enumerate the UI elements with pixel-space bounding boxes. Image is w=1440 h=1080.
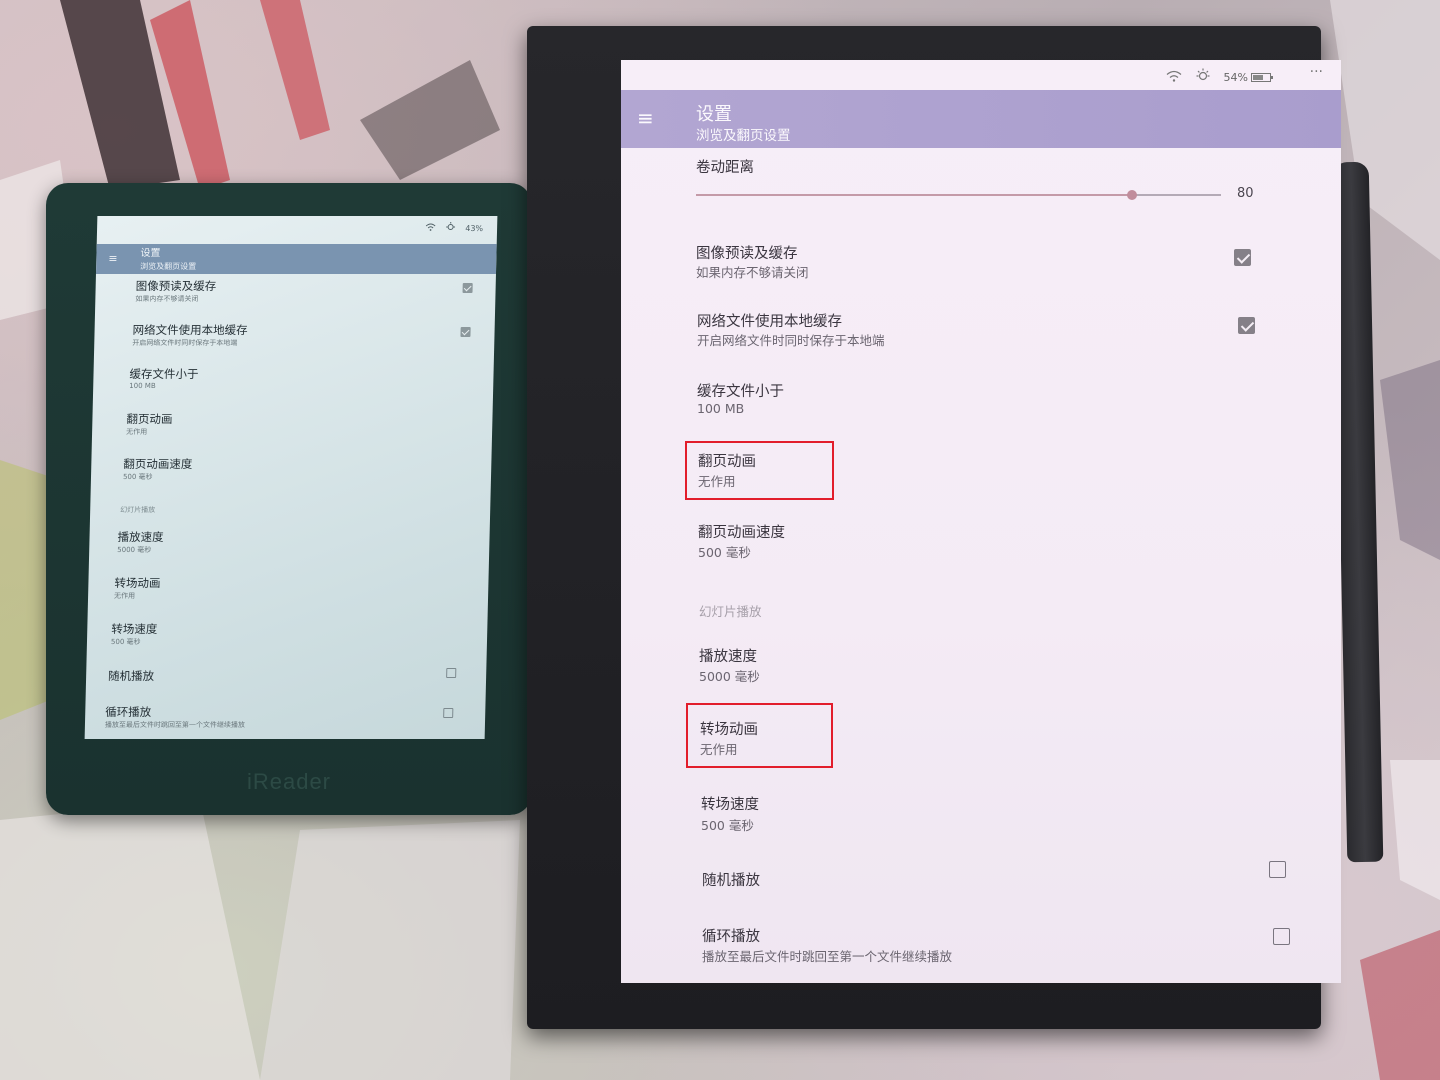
setting-desc: 无作用 <box>700 742 738 757</box>
setting-title: 翻页动画速度 <box>698 525 785 541</box>
setting-desc: 500 毫秒 <box>698 545 751 560</box>
setting-page-animation-speed[interactable]: 翻页动画速度 500 毫秒 <box>621 521 1341 571</box>
battery-icon <box>1251 73 1273 82</box>
setting-title: 翻页动画 <box>698 454 756 470</box>
setting-desc: 无作用 <box>114 592 136 600</box>
setting-transition-speed[interactable]: 转场速度 500 毫秒 <box>621 793 1341 843</box>
setting-cache-size[interactable]: 缓存文件小于 100 MB <box>621 380 1341 430</box>
small-ereader-screen: 43% ≡ 设置 浏览及翻页设置 图像预读及缓存 如果内存不够请关闭 网络文件使… <box>84 216 498 739</box>
setting-title: 翻页动画 <box>126 412 173 426</box>
setting-desc: 如果内存不够请关闭 <box>696 265 809 280</box>
frontlight-icon[interactable] <box>446 222 456 234</box>
setting-title: 翻页动画速度 <box>123 457 193 471</box>
wifi-icon <box>1166 70 1182 85</box>
setting-desc: 无作用 <box>126 428 148 436</box>
checkbox-unchecked[interactable] <box>446 668 457 678</box>
setting-title: 随机播放 <box>702 873 760 889</box>
setting-desc: 开启网络文件时同时保存于本地端 <box>132 339 238 347</box>
setting-desc: 播放至最后文件时跳回至第一个文件继续播放 <box>702 949 953 964</box>
small-app-bar: ≡ 设置 浏览及翻页设置 <box>95 244 497 274</box>
wifi-icon <box>425 223 436 233</box>
large-battery-indicator: 54% <box>1223 70 1273 84</box>
setting-title: 转场速度 <box>111 622 158 636</box>
setting-title: 网络文件使用本地缓存 <box>132 323 248 337</box>
checkbox-checked[interactable] <box>1234 249 1251 266</box>
setting-desc: 500 毫秒 <box>122 473 153 481</box>
large-battery-text: 54% <box>1223 70 1248 84</box>
setting-title: 转场动画 <box>114 576 161 590</box>
checkbox-checked[interactable] <box>460 327 471 337</box>
checkbox-checked[interactable] <box>1238 317 1255 334</box>
setting-shuffle[interactable]: 随机播放 <box>621 861 1341 899</box>
setting-title: 循环播放 <box>105 705 152 719</box>
setting-title: 图像预读及缓存 <box>135 279 217 293</box>
setting-title: 转场动画 <box>700 722 758 738</box>
slider-fill <box>696 194 1132 196</box>
setting-desc: 500 毫秒 <box>110 638 141 646</box>
large-app-bar: ≡ 设置 浏览及翻页设置 <box>621 90 1341 148</box>
setting-desc: 100 MB <box>697 401 745 416</box>
setting-desc: 开启网络文件时同时保存于本地端 <box>697 333 885 348</box>
setting-desc: 播放至最后文件时跳回至第一个文件继续播放 <box>104 721 246 729</box>
setting-desc: 5000 毫秒 <box>699 669 760 684</box>
menu-icon[interactable]: ≡ <box>637 108 654 128</box>
setting-title: 随机播放 <box>107 669 155 683</box>
setting-title: 播放速度 <box>117 530 164 544</box>
setting-transition-animation[interactable]: 转场动画 无作用 <box>621 718 1341 768</box>
setting-image-preload[interactable]: 图像预读及缓存 如果内存不够请关闭 <box>621 242 1341 292</box>
checkbox-unchecked[interactable] <box>443 708 454 718</box>
setting-title: 缓存文件小于 <box>697 384 784 400</box>
setting-page-animation[interactable]: 翻页动画 无作用 <box>621 450 1341 500</box>
setting-desc: 如果内存不够请关闭 <box>135 295 199 303</box>
setting-title: 网络文件使用本地缓存 <box>697 314 842 330</box>
more-options-icon[interactable]: ··· <box>1310 64 1323 80</box>
small-section-slideshow: 幻灯片播放 <box>120 506 156 514</box>
large-page-title: 设置 <box>696 104 732 125</box>
small-device-brand: iReader <box>246 769 332 794</box>
setting-desc: 500 毫秒 <box>701 818 754 833</box>
setting-title: 卷动距离 <box>696 160 754 176</box>
checkbox-unchecked[interactable] <box>1269 861 1286 878</box>
checkbox-unchecked[interactable] <box>1273 928 1290 945</box>
frontlight-icon[interactable] <box>1196 68 1210 86</box>
setting-desc: 5000 毫秒 <box>117 546 152 554</box>
small-page-title: 设置 <box>140 248 161 259</box>
checkbox-checked[interactable] <box>462 283 473 293</box>
section-slideshow: 幻灯片播放 <box>699 604 762 619</box>
setting-title: 缓存文件小于 <box>129 367 199 381</box>
setting-network-cache[interactable]: 网络文件使用本地缓存 开启网络文件时同时保存于本地端 <box>621 310 1341 360</box>
setting-play-speed[interactable]: 播放速度 5000 毫秒 <box>621 645 1341 695</box>
large-ereader-screen: 54% ··· ≡ 设置 浏览及翻页设置 卷动距离 80 图像预读及缓存 如果内… <box>621 60 1341 983</box>
setting-scroll-distance: 卷动距离 80 <box>621 156 1341 216</box>
setting-title: 转场速度 <box>701 797 759 813</box>
small-status-bar: 43% <box>425 222 483 234</box>
large-page-subtitle: 浏览及翻页设置 <box>696 128 791 144</box>
slider-value: 80 <box>1237 186 1254 201</box>
slider-thumb[interactable] <box>1126 190 1137 200</box>
small-page-subtitle: 浏览及翻页设置 <box>140 262 197 271</box>
menu-icon[interactable]: ≡ <box>108 252 118 265</box>
small-battery-text: 43% <box>465 223 484 233</box>
setting-loop[interactable]: 循环播放 播放至最后文件时跳回至第一个文件继续播放 <box>621 925 1341 975</box>
large-status-bar: 54% <box>1166 68 1273 86</box>
setting-desc: 无作用 <box>698 474 736 489</box>
setting-title: 播放速度 <box>699 649 757 665</box>
setting-title: 图像预读及缓存 <box>696 246 798 262</box>
setting-title: 循环播放 <box>702 929 760 945</box>
setting-desc: 100 MB <box>129 382 156 390</box>
